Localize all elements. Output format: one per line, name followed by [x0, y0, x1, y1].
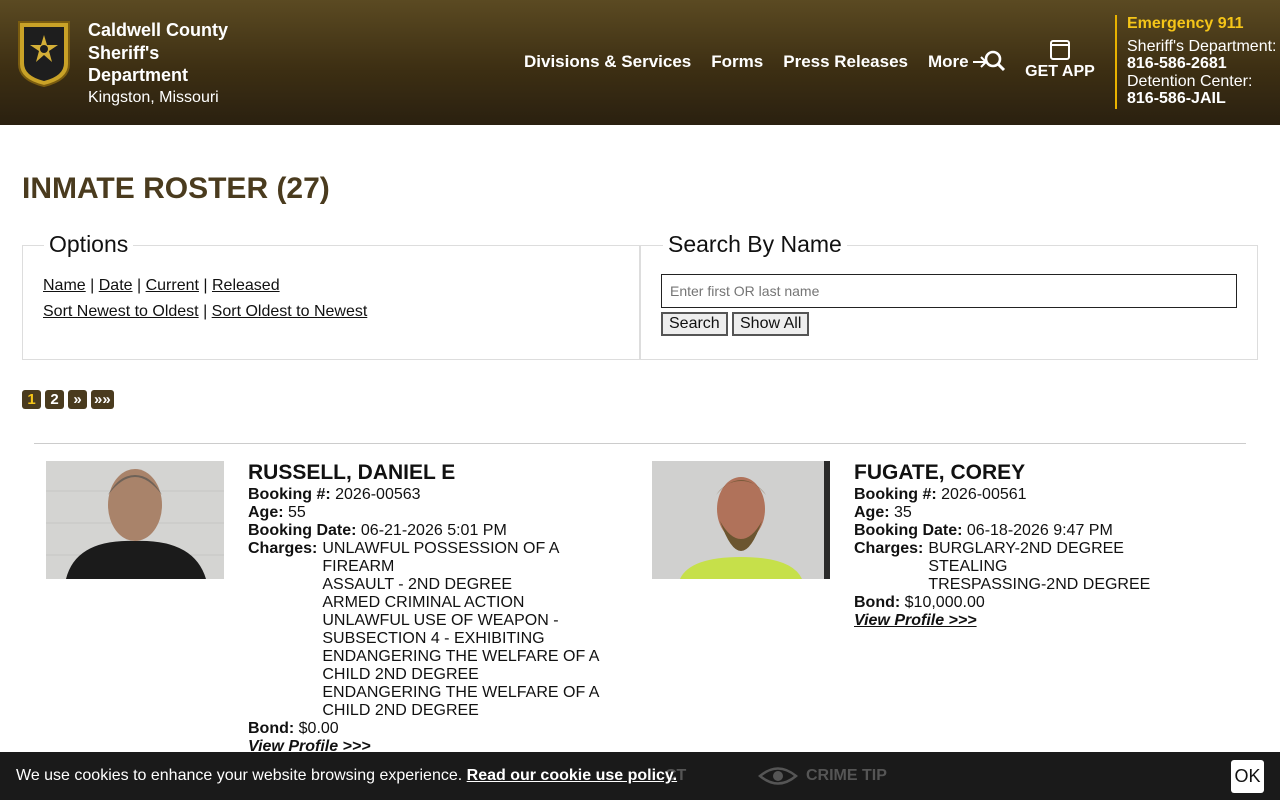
page-2-button[interactable]: 2 [45, 390, 64, 409]
options-legend: Options [44, 231, 134, 258]
bond-value: $10,000.00 [904, 594, 985, 611]
inmate-photo[interactable] [46, 461, 224, 579]
sort-oldest-link[interactable]: Sort Oldest to Newest [212, 303, 368, 320]
cookie-banner: CT CRIME TIP We use cookies to enhance y… [0, 752, 1280, 800]
booking-number: 2026-00561 [941, 486, 1027, 503]
name-search-input[interactable] [661, 274, 1237, 308]
sort-links: Sort Newest to Oldest | Sort Oldest to N… [43, 303, 368, 320]
agency-name: Caldwell County Sheriff's Department [88, 20, 229, 85]
booking-date-value: 06-18-2026 9:47 PM [966, 522, 1113, 539]
filter-date-link[interactable]: Date [99, 277, 133, 294]
filter-name-link[interactable]: Name [43, 277, 86, 294]
booking-label: Booking #: [854, 486, 937, 503]
contact-info: Emergency 911 Sheriff's Department: 816-… [1115, 15, 1277, 109]
charge-item: BURGLARY-2ND DEGREE [928, 540, 1124, 557]
filter-released-link[interactable]: Released [212, 277, 280, 294]
charges-label: Charges: [248, 540, 318, 557]
last-page-button[interactable]: »» [91, 390, 114, 409]
search-button[interactable]: Search [661, 312, 728, 336]
charges-label: Charges: [854, 540, 924, 557]
charge-item: ASSAULT - 2ND DEGREE [322, 576, 513, 593]
brand-block[interactable]: Caldwell County Sheriff's Department Kin… [88, 19, 248, 108]
inmate-card: RUSSELL, DANIEL E Booking #: 2026-00563 … [248, 460, 604, 756]
booking-date-label: Booking Date: [248, 522, 357, 539]
age-label: Age: [248, 504, 284, 521]
detention-center-phone[interactable]: 816-586-JAIL [1127, 90, 1277, 108]
inmate-name[interactable]: FUGATE, COREY [854, 460, 1210, 486]
bond-value: $0.00 [298, 720, 339, 737]
search-legend: Search By Name [663, 231, 847, 258]
charge-item: UNLAWFUL USE OF WEAPON - SUBSECTION 4 - … [322, 612, 559, 647]
options-panel: Options Name | Date | Current | Released… [22, 231, 640, 360]
age-label: Age: [854, 504, 890, 521]
nav-press-releases[interactable]: Press Releases [783, 52, 908, 72]
page-1-button[interactable]: 1 [22, 390, 41, 409]
nav-more[interactable]: More [928, 52, 988, 72]
nav-more-label: More [928, 52, 969, 71]
bond-label: Bond: [248, 720, 295, 737]
charge-item: TRESPASSING-2ND DEGREE [928, 576, 1151, 593]
cookie-text: We use cookies to enhance your website b… [16, 767, 463, 784]
mobile-phone-icon [1050, 40, 1070, 60]
view-profile-link[interactable]: View Profile >>> [854, 612, 1210, 630]
inmate-card: FUGATE, COREY Booking #: 2026-00561 Age:… [854, 460, 1210, 630]
bond-label: Bond: [854, 594, 901, 611]
next-page-button[interactable]: » [68, 390, 87, 409]
crime-tip-label: CRIME TIP [806, 767, 887, 784]
charge-item: UNLAWFUL POSSESSION OF A FIREARM [322, 540, 559, 575]
mugshot-placeholder [46, 461, 224, 579]
filter-current-link[interactable]: Current [146, 277, 199, 294]
inmate-photo[interactable] [652, 461, 830, 579]
get-app-button[interactable]: GET APP [1025, 40, 1095, 81]
agency-location: Kingston, Missouri [88, 88, 219, 106]
charge-item: ENDANGERING THE WELFARE OF A CHILD 2ND D… [322, 684, 599, 719]
emergency-number[interactable]: Emergency 911 [1127, 15, 1277, 33]
sort-newest-link[interactable]: Sort Newest to Oldest [43, 303, 199, 320]
charges-block: Charges: BURGLARY-2ND DEGREE STEALING TR… [854, 540, 1210, 594]
age-value: 35 [894, 504, 912, 521]
cookie-policy-link[interactable]: Read our cookie use policy. [467, 767, 677, 784]
mugshot-placeholder [652, 461, 830, 579]
sheriff-dept-label: Sheriff's Department: [1127, 37, 1277, 55]
age-value: 55 [288, 504, 306, 521]
main-nav: Divisions & Services Forms Press Release… [524, 52, 1008, 72]
charge-item: STEALING [928, 558, 1008, 575]
get-app-label: GET APP [1025, 63, 1095, 80]
booking-date-value: 06-21-2026 5:01 PM [360, 522, 507, 539]
pagination: 1 2 » »» [22, 390, 118, 409]
divider [34, 443, 1246, 444]
eye-icon [758, 767, 798, 785]
show-all-button[interactable]: Show All [732, 312, 810, 336]
detention-center-label: Detention Center: [1127, 72, 1253, 90]
cookie-message: We use cookies to enhance your website b… [16, 767, 677, 785]
charges-block: Charges: UNLAWFUL POSSESSION OF A FIREAR… [248, 540, 604, 720]
booking-date-label: Booking Date: [854, 522, 963, 539]
filter-links: Name | Date | Current | Released [43, 277, 280, 294]
sheriff-badge-logo[interactable] [15, 18, 73, 88]
search-panel: Search By Name Search Show All [640, 231, 1258, 360]
page-title: INMATE ROSTER (27) [22, 172, 330, 205]
inmate-name[interactable]: RUSSELL, DANIEL E [248, 460, 604, 486]
sheriff-dept-phone[interactable]: 816-586-2681 [1127, 55, 1277, 73]
nav-divisions-services[interactable]: Divisions & Services [524, 52, 691, 72]
charge-item: ENDANGERING THE WELFARE OF A CHILD 2ND D… [322, 648, 599, 683]
charge-item: ARMED CRIMINAL ACTION [322, 594, 525, 611]
booking-label: Booking #: [248, 486, 331, 503]
site-header: Caldwell County Sheriff's Department Kin… [0, 0, 1280, 125]
nav-forms[interactable]: Forms [711, 52, 763, 72]
search-icon[interactable] [984, 50, 1006, 72]
cookie-ok-button[interactable]: OK [1231, 760, 1264, 793]
booking-number: 2026-00563 [335, 486, 421, 503]
